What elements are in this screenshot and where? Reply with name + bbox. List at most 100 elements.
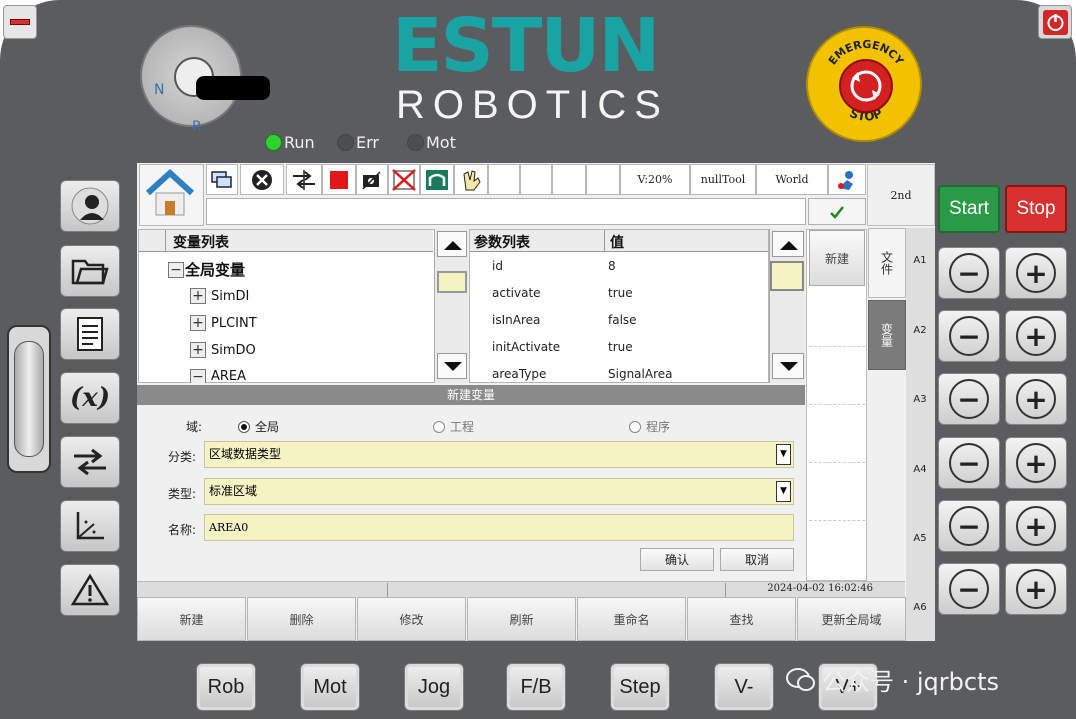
toolbar-empty-1 <box>488 164 520 195</box>
alarm-button[interactable] <box>60 564 120 616</box>
scope-radio-global[interactable]: 全局 <box>238 418 279 435</box>
scope-radio-project[interactable]: 工程 <box>433 418 474 435</box>
var-tree-item[interactable]: − AREA <box>190 369 246 383</box>
scope-radio-program[interactable]: 程序 <box>629 418 670 435</box>
param-row[interactable]: areaType SignalArea <box>492 367 772 382</box>
bottom-modify-button[interactable]: 修改 <box>357 597 466 641</box>
jog-a3-plus-button[interactable]: + <box>1005 373 1067 425</box>
chevron-down-icon[interactable]: ▼ <box>776 444 791 465</box>
start-button[interactable]: Start <box>938 185 1000 233</box>
bottom-delete-button[interactable]: 删除 <box>247 597 356 641</box>
enable-switch[interactable] <box>7 325 51 473</box>
user-button[interactable] <box>60 180 120 232</box>
scroll-thumb[interactable] <box>437 271 467 293</box>
scope-option-label: 工程 <box>450 420 475 434</box>
bottom-new-button[interactable]: 新建 <box>137 597 246 641</box>
step-button[interactable]: Step <box>610 663 670 711</box>
bottom-update-global-button[interactable]: 更新全局域 <box>797 597 906 641</box>
cancel-button[interactable]: 取消 <box>720 548 794 571</box>
command-input[interactable] <box>206 198 806 225</box>
right-new-button[interactable]: 新建 <box>809 230 865 286</box>
rob-button[interactable]: Rob <box>196 663 256 711</box>
emergency-stop-button[interactable]: EMERGENCY STOP <box>806 26 922 142</box>
var-tree-root-label: 全局变量 <box>185 261 246 279</box>
var-tree-root[interactable]: − 全局变量 <box>168 259 245 280</box>
jog-a5-minus-button[interactable]: − <box>938 500 1000 552</box>
scroll-thumb[interactable] <box>770 261 804 291</box>
jog-a2-minus-button[interactable]: − <box>938 310 1000 362</box>
jog-a4-plus-button[interactable]: + <box>1005 437 1067 489</box>
chevron-down-icon[interactable]: ▼ <box>776 481 791 502</box>
jog-a1-plus-button[interactable]: + <box>1005 247 1067 299</box>
toolbar-empty-3 <box>552 164 586 195</box>
bottom-refresh-button[interactable]: 刷新 <box>467 597 576 641</box>
toolbar-teach-button[interactable] <box>454 164 488 195</box>
confirm-button[interactable]: 确认 <box>640 548 714 571</box>
param-value: 8 <box>608 259 616 273</box>
coordinate-button[interactable] <box>60 500 120 552</box>
run-label: Run <box>284 133 315 152</box>
key-handle[interactable] <box>196 76 270 100</box>
toolbar-windows-button[interactable] <box>206 164 238 195</box>
toolbar-stop-program-button[interactable] <box>322 164 356 195</box>
toolbar-camera-button[interactable] <box>356 164 388 195</box>
jog-a4-minus-button[interactable]: − <box>938 437 1000 489</box>
toolbar-disabled-button[interactable] <box>388 164 420 195</box>
stop-button[interactable]: Stop <box>1005 185 1067 233</box>
axis-label: A4 <box>913 464 927 475</box>
scroll-up-icon[interactable] <box>437 231 467 257</box>
brand-logo: ESTUN <box>392 3 660 89</box>
power-button[interactable] <box>1038 5 1072 39</box>
mode-2nd-indicator[interactable]: 2nd <box>867 164 935 226</box>
tab-file[interactable]: 文件 <box>868 228 906 298</box>
var-tree-item[interactable]: + SimDO <box>190 342 256 358</box>
jog-a5-plus-button[interactable]: + <box>1005 500 1067 552</box>
param-scrollbar[interactable] <box>769 229 805 383</box>
var-tree-item[interactable]: + SimDI <box>190 288 249 304</box>
toolbar-robot-status-button[interactable] <box>828 164 866 195</box>
bottom-find-button[interactable]: 查找 <box>687 597 796 641</box>
jog-button[interactable]: Jog <box>404 663 464 711</box>
jog-a2-plus-button[interactable]: + <box>1005 310 1067 362</box>
minimize-button[interactable] <box>3 5 37 39</box>
param-value-header: 值 <box>610 235 624 251</box>
key-r-label: R <box>192 119 202 135</box>
coordinate-icon <box>76 512 104 540</box>
scroll-down-icon[interactable] <box>772 353 804 379</box>
speed-down-button[interactable]: V- <box>714 663 774 711</box>
fb-button[interactable]: F/B <box>506 663 566 711</box>
plus-icon: + <box>1016 253 1056 293</box>
frame-indicator[interactable]: World <box>756 164 828 195</box>
category-select[interactable]: 区域数据类型 ▼ <box>204 441 794 468</box>
cancel-icon <box>252 169 272 190</box>
jog-a6-plus-button[interactable]: + <box>1005 563 1067 615</box>
var-tree-item[interactable]: + PLCINT <box>190 315 257 331</box>
bottom-rename-button[interactable]: 重命名 <box>577 597 686 641</box>
jog-a6-minus-button[interactable]: − <box>938 563 1000 615</box>
tab-variable[interactable]: 变量 <box>868 300 906 370</box>
var-tree-scrollbar[interactable] <box>434 229 468 383</box>
speed-indicator[interactable]: V:20% <box>620 164 690 195</box>
toolbar-step-button[interactable] <box>286 164 322 195</box>
expand-icon: + <box>190 315 206 331</box>
type-select[interactable]: 标准区域 ▼ <box>204 478 794 505</box>
open-folder-button[interactable] <box>60 245 120 297</box>
jog-a3-minus-button[interactable]: − <box>938 373 1000 425</box>
confirm-check-button[interactable] <box>808 198 866 225</box>
toolbar-cancel-button[interactable] <box>240 164 284 195</box>
jog-a1-minus-button[interactable]: − <box>938 247 1000 299</box>
status-bar: 2024-04-02 16:02:46 <box>137 581 905 597</box>
scroll-down-icon[interactable] <box>437 353 467 379</box>
io-button[interactable] <box>60 436 120 488</box>
home-button[interactable] <box>139 164 204 226</box>
name-input[interactable]: AREA0 <box>204 514 794 541</box>
mot-button[interactable]: Mot <box>300 663 360 711</box>
tool-indicator[interactable]: nullTool <box>690 164 756 195</box>
toolbar-robot-button[interactable] <box>420 164 454 195</box>
program-document-button[interactable] <box>60 308 120 360</box>
category-value: 区域数据类型 <box>209 447 282 461</box>
type-label: 类型: <box>167 487 196 501</box>
variable-button[interactable]: (x) <box>60 372 120 424</box>
minus-icon: − <box>949 506 989 546</box>
scroll-up-icon[interactable] <box>772 231 804 257</box>
